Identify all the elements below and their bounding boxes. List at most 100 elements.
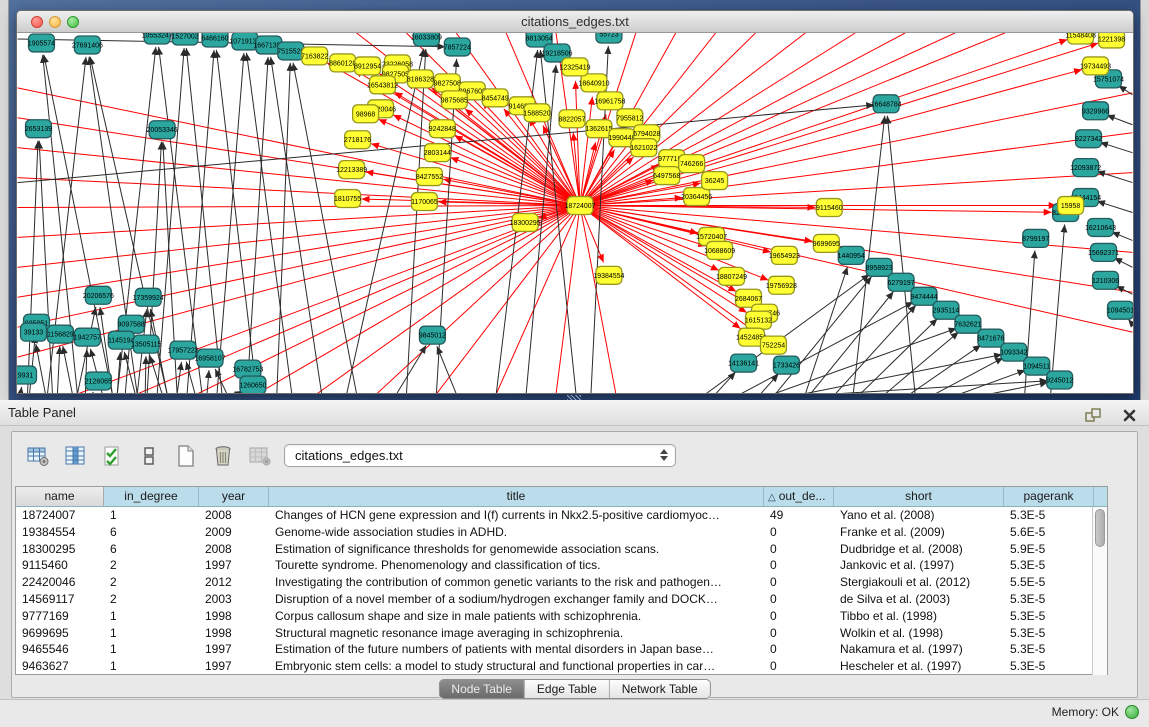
table-cell[interactable]: 5.3E-5 xyxy=(1004,608,1094,625)
table-row[interactable]: 946554611997Estimation of the future num… xyxy=(16,641,1107,658)
graph-node[interactable]: 1094511 xyxy=(1023,357,1050,375)
graph-node[interactable]: 36245 xyxy=(702,172,728,190)
table-cell[interactable]: Estimation of the future numbers of pati… xyxy=(269,641,764,658)
graph-node[interactable]: 18724007 xyxy=(564,197,595,215)
table-cell[interactable]: 49 xyxy=(764,507,834,524)
table-row[interactable]: 2242004622012Investigating the contribut… xyxy=(16,574,1107,591)
graph-node[interactable]: 12093872 xyxy=(1070,159,1101,177)
table-cell[interactable]: 5.6E-5 xyxy=(1004,524,1094,541)
column-header-title[interactable]: title xyxy=(269,487,764,506)
graph-node[interactable]: 9875685 xyxy=(441,91,468,109)
graph-node[interactable]: 8958923 xyxy=(866,258,893,276)
table-cell[interactable]: Franke et al. (2009) xyxy=(834,524,1004,541)
table-cell[interactable]: 2008 xyxy=(199,541,269,558)
tab-network-table[interactable]: Network Table xyxy=(609,680,710,698)
table-cell[interactable]: 1 xyxy=(104,608,199,625)
table-cell[interactable]: 6 xyxy=(104,524,199,541)
graph-node[interactable]: 9245012 xyxy=(1046,371,1073,389)
graph-node[interactable]: 8799197 xyxy=(1022,229,1049,247)
graph-node[interactable]: 55723 xyxy=(596,33,622,43)
graph-node[interactable]: 9474444 xyxy=(910,287,937,305)
graph-node[interactable]: 13505115 xyxy=(131,335,162,353)
table-cell[interactable]: Estimation of significance thresholds fo… xyxy=(269,541,764,558)
table-cell[interactable]: 1997 xyxy=(199,641,269,658)
table-cell[interactable]: Investigating the contribution of common… xyxy=(269,574,764,591)
column-header-short[interactable]: short xyxy=(834,487,1004,506)
trash-icon[interactable] xyxy=(211,445,235,467)
table-cell[interactable]: 0 xyxy=(764,541,834,558)
checklist-icon[interactable] xyxy=(100,445,124,467)
graph-node[interactable]: 19756928 xyxy=(766,276,797,294)
graph-node[interactable]: 7632621 xyxy=(954,315,981,333)
table-cell[interactable]: 0 xyxy=(764,574,834,591)
table-cell[interactable]: 0 xyxy=(764,641,834,658)
graph-node[interactable]: 1905574 xyxy=(28,34,55,52)
table-cell[interactable]: Changes of HCN gene expression and I(f) … xyxy=(269,507,764,524)
graph-node[interactable]: 1440954 xyxy=(838,246,865,264)
graph-node[interactable]: 16961758 xyxy=(594,92,625,110)
graph-node[interactable]: 9242848 xyxy=(429,120,456,138)
graph-node[interactable]: 2126065 xyxy=(85,372,112,390)
graph-node[interactable]: 1588520 xyxy=(524,104,551,122)
graph-node[interactable]: 15958 xyxy=(1058,197,1084,215)
graph-node[interactable]: 1170065 xyxy=(411,193,438,211)
graph-node[interactable]: 1260650 xyxy=(239,376,266,393)
float-window-icon[interactable] xyxy=(1081,404,1105,426)
table-cell[interactable]: 5.3E-5 xyxy=(1004,641,1094,658)
graph-node[interactable]: 8822057 xyxy=(558,110,585,128)
table-cell[interactable]: 1998 xyxy=(199,608,269,625)
table-cell[interactable]: 1 xyxy=(104,625,199,642)
table-cell[interactable]: Embryonic stem cells: a model to study s… xyxy=(269,658,764,675)
graph-node[interactable]: 16648784 xyxy=(871,95,902,113)
graph-node[interactable]: 16958107 xyxy=(195,349,226,367)
table-cell[interactable]: 0 xyxy=(764,625,834,642)
table-cell[interactable]: 5.5E-5 xyxy=(1004,574,1094,591)
column-header-pagerank[interactable]: pagerank xyxy=(1004,487,1094,506)
table-cell[interactable]: Genome-wide association studies in ADHD. xyxy=(269,524,764,541)
graph-node[interactable]: 1093342 xyxy=(1000,343,1027,361)
table-cell[interactable]: 0 xyxy=(764,557,834,574)
table-cell[interactable]: 2003 xyxy=(199,591,269,608)
table-cell[interactable]: Nakamura et al. (1997) xyxy=(834,641,1004,658)
table-row[interactable]: 911546021997Tourette syndrome. Phenomeno… xyxy=(16,557,1107,574)
graph-node[interactable]: 12213389 xyxy=(336,161,367,179)
table-cell[interactable]: 2 xyxy=(104,574,199,591)
table-cell[interactable]: 2 xyxy=(104,557,199,574)
graph-node[interactable]: 6279197 xyxy=(888,273,915,291)
graph-node[interactable]: 8427552 xyxy=(416,168,443,186)
graph-node[interactable]: 10688609 xyxy=(704,241,735,259)
graph-node[interactable]: 7857224 xyxy=(444,38,471,56)
graph-node[interactable]: 9699695 xyxy=(813,234,840,252)
table-row[interactable]: 1938455462009Genome-wide association stu… xyxy=(16,524,1107,541)
graph-node[interactable]: 1733426 xyxy=(773,356,800,374)
row-height-icon[interactable] xyxy=(137,445,161,467)
table-vertical-scrollbar[interactable] xyxy=(1092,507,1107,675)
graph-node[interactable]: 2653139 xyxy=(25,120,52,138)
table-cell[interactable]: 1997 xyxy=(199,658,269,675)
graph-node[interactable]: 18300295 xyxy=(510,213,541,231)
table-row[interactable]: 1456911722003Disruption of a novel membe… xyxy=(16,591,1107,608)
graph-node[interactable]: 14136141 xyxy=(728,354,759,372)
table-cell[interactable]: Disruption of a novel member of a sodium… xyxy=(269,591,764,608)
delete-table-icon[interactable] xyxy=(248,445,272,467)
graph-node[interactable]: 17359924 xyxy=(133,288,164,306)
table-row[interactable]: 969969511998Structural magnetic resonanc… xyxy=(16,625,1107,642)
graph-node[interactable]: 6466160 xyxy=(201,33,228,47)
graph-node[interactable]: 2718176 xyxy=(344,131,371,149)
graph-node[interactable]: 2803144 xyxy=(424,144,451,162)
graph-node[interactable]: 16782753 xyxy=(232,360,263,378)
scrollbar-thumb[interactable] xyxy=(1095,509,1105,547)
table-cell[interactable]: 2 xyxy=(104,591,199,608)
table-cell[interactable]: 1 xyxy=(104,641,199,658)
close-panel-icon[interactable] xyxy=(1117,404,1141,426)
table-cell[interactable]: 1 xyxy=(104,658,199,675)
graph-node[interactable]: 10553247 xyxy=(142,33,173,44)
graph-node[interactable]: 9329966 xyxy=(1082,102,1109,120)
graph-node[interactable]: 7163822 xyxy=(301,47,328,65)
network-table-select[interactable]: citations_edges.txt xyxy=(284,444,676,467)
table-cell[interactable]: Wolkin et al. (1998) xyxy=(834,625,1004,642)
table-settings-icon[interactable] xyxy=(26,445,50,467)
table-row[interactable]: 1872400712008Changes of HCN gene express… xyxy=(16,507,1107,524)
graph-node[interactable]: 1621022 xyxy=(630,139,657,157)
table-row[interactable]: 1830029562008Estimation of significance … xyxy=(16,541,1107,558)
